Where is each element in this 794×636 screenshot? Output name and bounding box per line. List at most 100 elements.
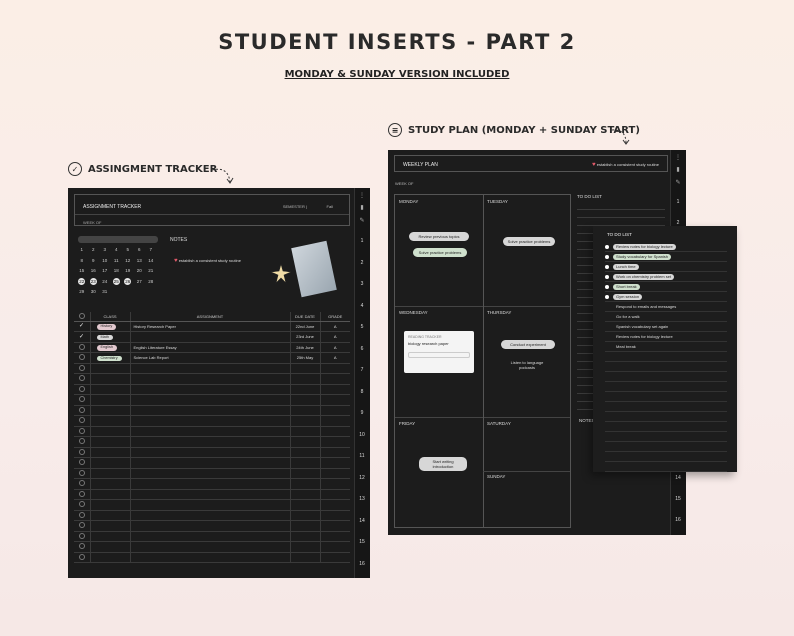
cell-due[interactable] [290,499,321,511]
cell-due[interactable] [290,447,321,458]
cell-due[interactable] [290,489,321,500]
checkbox[interactable] [79,511,85,518]
cell-assignment[interactable] [130,531,291,542]
task-pill[interactable]: Start writing introduction [419,457,467,471]
cell-grade[interactable] [320,541,350,553]
todo-empty-line[interactable] [605,402,727,412]
cell-due[interactable] [290,478,321,490]
side-tab[interactable]: 6 [354,346,370,352]
calendar-day[interactable]: 11 [111,257,123,264]
cell-grade[interactable] [320,384,350,395]
todo-item[interactable]: Short break [605,282,727,292]
checkbox[interactable] [79,396,85,403]
calendar-day[interactable]: 10 [99,257,111,264]
todo-empty-line[interactable] [605,352,727,362]
side-tab[interactable]: 11 [354,453,370,459]
cell-assignment[interactable] [130,489,291,500]
side-tab[interactable]: 10 [354,432,370,438]
cell-grade[interactable]: A [320,342,350,353]
cell-grade[interactable] [320,478,350,490]
todo-empty-line[interactable] [605,382,727,392]
checkbox[interactable] [79,385,85,392]
checkbox[interactable] [79,469,85,476]
side-tab[interactable]: 1 [354,238,370,244]
cell-grade[interactable] [320,363,350,374]
checkbox[interactable] [79,438,85,445]
todo-item[interactable]: Work on chemistry problem set [605,272,727,282]
bookmark-icon[interactable]: ▮ [670,166,686,173]
cell-grade[interactable] [320,405,350,416]
pen-icon[interactable]: ✎ [354,217,370,224]
cell-due[interactable] [290,541,321,553]
cell-grade[interactable] [320,520,350,532]
cell-due[interactable] [290,457,321,469]
calendar-day[interactable]: 8 [76,257,88,264]
todo-item[interactable]: Go for a walk [605,312,727,322]
cell-assignment[interactable] [130,415,291,427]
calendar-day[interactable]: 14 [145,257,157,264]
cell-grade[interactable] [320,447,350,458]
calendar-day[interactable]: 27 [134,278,146,285]
cell-assignment[interactable] [130,394,291,406]
cell-due[interactable] [290,520,321,532]
task-pill[interactable]: Review previous topics [409,232,469,241]
calendar-day[interactable]: 3 [99,246,111,253]
calendar-day[interactable]: 7 [145,246,157,253]
cell-due[interactable] [290,436,321,448]
side-tab[interactable]: 16 [354,561,370,567]
calendar-day[interactable]: 28 [145,278,157,285]
cell-due[interactable] [290,363,321,374]
cell-due[interactable]: 22nd June [290,321,321,332]
cell-grade[interactable] [320,415,350,427]
calendar-day[interactable]: 23 [89,277,97,285]
calendar-day[interactable]: 15 [76,267,88,274]
checkbox[interactable] [79,501,85,508]
cell-due[interactable] [290,415,321,427]
checkbox[interactable] [79,354,85,361]
semester-value[interactable]: Fall [327,204,333,209]
cell-due[interactable] [290,394,321,406]
cell-due[interactable]: 24th June [290,342,321,353]
checkbox[interactable] [79,406,85,413]
todo-item[interactable]: Lunch time [605,262,727,272]
checkmark-icon[interactable]: ✓ [79,334,85,340]
todo-empty-line[interactable] [605,362,727,372]
checkbox[interactable] [79,459,85,466]
cell-due[interactable] [290,531,321,542]
checkmark-icon[interactable]: ✓ [79,323,85,329]
side-tab[interactable]: 15 [354,539,370,545]
task-pill[interactable]: Conduct experiment [501,340,555,349]
calendar-day[interactable]: 6 [134,246,146,253]
calendar-day[interactable]: 29 [76,288,88,295]
cell-assignment[interactable] [130,363,291,374]
cell-due[interactable] [290,384,321,395]
cell-grade[interactable] [320,468,350,479]
todo-item[interactable]: Review notes for biology lecture [605,242,727,252]
side-tab[interactable]: 3 [354,281,370,287]
side-tab[interactable]: 1 [670,199,686,205]
cell-assignment[interactable] [130,405,291,416]
checkbox[interactable] [79,480,85,487]
cell-grade[interactable] [320,489,350,500]
side-tab[interactable]: 15 [670,496,686,502]
checkbox[interactable] [79,553,85,560]
cell-grade[interactable]: A [320,352,350,364]
checkbox[interactable] [79,490,85,497]
side-tab[interactable]: 5 [354,324,370,330]
more-icon[interactable]: ⋮ [354,192,370,199]
checkbox[interactable] [79,417,85,424]
calendar-day[interactable]: 18 [111,267,123,274]
calendar-day[interactable]: 25 [112,277,120,285]
bookmark-icon[interactable]: ▮ [354,204,370,211]
calendar-day[interactable]: 1 [76,246,88,253]
calendar-day[interactable]: 30 [88,288,100,295]
calendar-day[interactable]: 5 [122,246,134,253]
todo-item[interactable]: Respond to emails and messages [605,302,727,312]
todo-empty-line[interactable] [605,462,727,472]
cell-grade[interactable] [320,436,350,448]
checkbox[interactable] [79,532,85,539]
cell-assignment[interactable]: English Literature Essay [130,342,291,353]
side-tab[interactable]: 7 [354,367,370,373]
cell-due[interactable] [290,552,321,563]
cell-grade[interactable] [320,373,350,385]
